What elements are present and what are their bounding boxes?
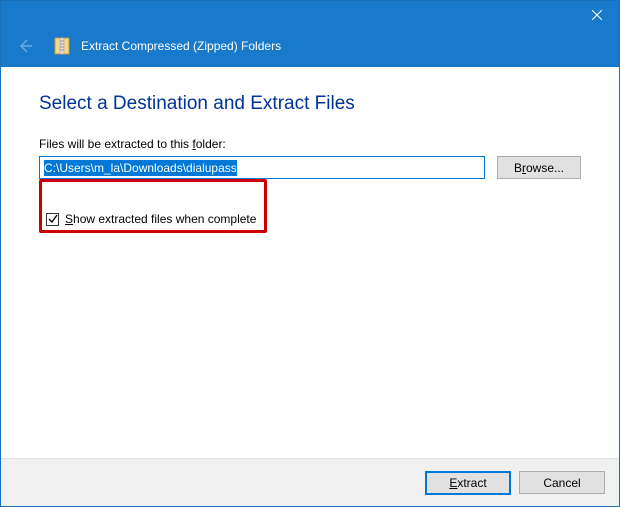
path-row: C:\Users\m_la\Downloads\dialupass Browse… xyxy=(39,156,581,179)
extract-button[interactable]: Extract xyxy=(425,471,511,495)
back-button[interactable] xyxy=(13,34,37,58)
checkmark-icon xyxy=(48,214,58,224)
titlebar xyxy=(1,1,619,31)
extract-wizard-window: Extract Compressed (Zipped) Folders Sele… xyxy=(0,0,620,507)
checkbox-label: Show extracted files when complete xyxy=(65,212,256,226)
footer: Extract Cancel xyxy=(1,458,619,506)
zip-folder-icon xyxy=(53,36,71,56)
cancel-button[interactable]: Cancel xyxy=(519,471,605,494)
highlight-annotation: Show extracted files when complete xyxy=(39,179,267,233)
folder-label: Files will be extracted to this folder: xyxy=(39,137,581,151)
header-bar: Extract Compressed (Zipped) Folders xyxy=(1,31,619,67)
close-icon xyxy=(592,10,602,20)
close-button[interactable] xyxy=(574,1,619,29)
page-heading: Select a Destination and Extract Files xyxy=(39,93,581,115)
show-extracted-checkbox[interactable]: Show extracted files when complete xyxy=(42,208,264,230)
content-area: Select a Destination and Extract Files F… xyxy=(1,67,619,458)
path-text: C:\Users\m_la\Downloads\dialupass xyxy=(44,160,237,176)
destination-path-input[interactable]: C:\Users\m_la\Downloads\dialupass xyxy=(39,156,485,179)
checkbox-box xyxy=(46,213,59,226)
browse-button[interactable]: Browse... xyxy=(497,156,581,179)
back-arrow-icon xyxy=(17,38,33,54)
window-title: Extract Compressed (Zipped) Folders xyxy=(81,39,281,53)
